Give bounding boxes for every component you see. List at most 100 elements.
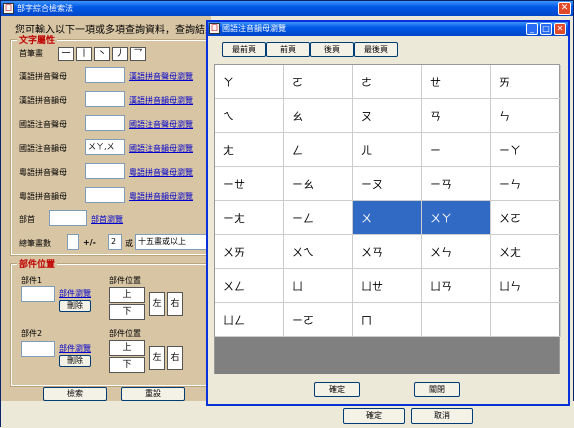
prev-page-button[interactable]: 前頁: [266, 42, 310, 57]
part1-label: 部件1: [21, 276, 43, 285]
final-cell[interactable]: ㄧㄤ: [215, 201, 284, 235]
browse-link[interactable]: 國語注音韻母瀏覽: [129, 143, 193, 154]
part2-browse-link[interactable]: 部件瀏覽: [59, 343, 91, 354]
dialog-title: 國語注音韻母瀏覽: [222, 24, 286, 33]
range-field[interactable]: 2: [108, 234, 122, 250]
part2-field[interactable]: [21, 341, 55, 357]
final-cell[interactable]: ㄨㄚ: [422, 201, 491, 235]
part1-down-button[interactable]: 下: [109, 304, 145, 320]
part1-left-button[interactable]: 左: [149, 292, 165, 316]
final-cell[interactable]: ㄦ: [353, 133, 422, 167]
text-field[interactable]: [85, 91, 125, 107]
close-icon[interactable]: ✕: [554, 23, 566, 35]
text-field[interactable]: [85, 163, 125, 179]
stroke-button[interactable]: 丨: [76, 47, 92, 61]
final-cell[interactable]: ㄞ: [491, 65, 561, 99]
or-label: 或: [125, 239, 133, 248]
final-cell[interactable]: ㄩㄝ: [353, 269, 422, 303]
part2-left-button[interactable]: 左: [149, 346, 165, 370]
part1-up-button[interactable]: 上: [109, 287, 145, 303]
final-cell[interactable]: ㄨ: [353, 201, 422, 235]
search-button[interactable]: 檢索: [43, 387, 107, 401]
parts-group-title: 部件位置: [17, 257, 58, 270]
browse-link[interactable]: 漢語拼音韻母瀏覽: [129, 95, 193, 106]
main-title: 部字綜合檢索法: [17, 4, 73, 13]
final-cell[interactable]: ㄨㄟ: [284, 235, 353, 269]
part1-right-button[interactable]: 右: [167, 292, 183, 316]
part2-up-button[interactable]: 上: [109, 340, 145, 356]
final-cell[interactable]: ㄧㄠ: [284, 167, 353, 201]
first-page-button[interactable]: 最前頁: [222, 42, 266, 57]
radical-browse-link[interactable]: 部首瀏覽: [91, 214, 123, 225]
over15-select[interactable]: 十五畫或以上: [135, 234, 209, 250]
final-cell[interactable]: ㄣ: [491, 99, 561, 133]
stroke-button[interactable]: 丶: [94, 47, 110, 61]
final-cell[interactable]: ㄝ: [422, 65, 491, 99]
final-cell[interactable]: ㄨㄢ: [353, 235, 422, 269]
final-cell[interactable]: ㄨㄥ: [215, 269, 284, 303]
dialog-close-button[interactable]: 關閉: [414, 382, 460, 397]
radical-field[interactable]: [49, 210, 87, 226]
total-strokes-field[interactable]: [67, 234, 79, 250]
text-field[interactable]: [85, 115, 125, 131]
final-cell[interactable]: ㄩㄣ: [491, 269, 561, 303]
main-ok-button[interactable]: 確定: [343, 408, 405, 424]
part2-down-button[interactable]: 下: [109, 357, 145, 373]
stroke-button[interactable]: 一: [58, 47, 74, 61]
part1-browse-link[interactable]: 部件瀏覽: [59, 288, 91, 299]
final-cell[interactable]: ㄧㄥ: [284, 201, 353, 235]
final-cell[interactable]: ㄡ: [353, 99, 422, 133]
browse-link[interactable]: 漢語拼音聲母瀏覽: [129, 71, 193, 82]
final-cell[interactable]: ㄨㄣ: [422, 235, 491, 269]
final-cell[interactable]: ㄧ: [422, 133, 491, 167]
final-cell[interactable]: ㄧㄚ: [491, 133, 561, 167]
close-icon[interactable]: ✕: [558, 2, 571, 15]
stroke-button[interactable]: 丿: [112, 47, 128, 61]
final-cell[interactable]: ㄥ: [284, 133, 353, 167]
final-cell[interactable]: ㄧㄡ: [353, 167, 422, 201]
dialog-titlebar: 囗 國語注音韻母瀏覽 _ □ ✕: [208, 22, 568, 36]
final-cell[interactable]: ㄢ: [422, 99, 491, 133]
final-cell[interactable]: ㄨㄞ: [215, 235, 284, 269]
reset-button[interactable]: 重設: [121, 387, 185, 401]
final-cell[interactable]: ㄧㄛ: [284, 303, 353, 337]
text-field[interactable]: [85, 67, 125, 83]
final-cell[interactable]: ㄧㄝ: [215, 167, 284, 201]
part2-right-button[interactable]: 右: [167, 346, 183, 370]
final-cell[interactable]: ㄇ: [353, 303, 422, 337]
maximize-icon[interactable]: □: [540, 23, 552, 35]
browse-link[interactable]: 粵語拼音聲母瀏覽: [129, 167, 193, 178]
minimize-icon[interactable]: _: [526, 23, 538, 35]
dialog-ok-button[interactable]: 確定: [314, 382, 360, 397]
grid-footer: [215, 337, 559, 374]
final-cell[interactable]: ㄠ: [284, 99, 353, 133]
final-cell[interactable]: ㄨㄛ: [491, 201, 561, 235]
last-page-button[interactable]: 最後頁: [354, 42, 398, 57]
browse-link[interactable]: 粵語拼音韻母瀏覽: [129, 191, 193, 202]
next-page-button[interactable]: 後頁: [310, 42, 354, 57]
text-field[interactable]: [85, 187, 125, 203]
final-cell[interactable]: ㄩ: [284, 269, 353, 303]
final-cell[interactable]: ㄨㄤ: [491, 235, 561, 269]
browse-link[interactable]: 國語注音聲母瀏覽: [129, 119, 193, 130]
field-label: 漢語拼音韻母: [19, 96, 67, 105]
final-cell: [422, 303, 491, 337]
attr-group-title: 文字屬性: [17, 33, 58, 46]
part2-delete-button[interactable]: 刪除: [59, 355, 91, 367]
final-cell[interactable]: ㄛ: [284, 65, 353, 99]
zhuyin-dialog: 囗 國語注音韻母瀏覽 _ □ ✕ 最前頁 前頁 後頁 最後頁 ㄚㄛㄜㄝㄞㄟㄠㄡㄢ…: [206, 20, 570, 406]
final-cell[interactable]: ㄜ: [353, 65, 422, 99]
final-cell[interactable]: ㄟ: [215, 99, 284, 133]
final-cell[interactable]: ㄚ: [215, 65, 284, 99]
part1-field[interactable]: [21, 286, 55, 302]
final-cell[interactable]: ㄧㄢ: [422, 167, 491, 201]
final-cell[interactable]: ㄩㄢ: [422, 269, 491, 303]
text-field[interactable]: ㄨㄚ,ㄨ: [85, 139, 125, 155]
final-cell[interactable]: ㄤ: [215, 133, 284, 167]
main-cancel-button[interactable]: 取消: [411, 408, 473, 424]
final-cell[interactable]: ㄧㄣ: [491, 167, 561, 201]
part1-pos-label: 部件位置: [109, 276, 141, 285]
part1-delete-button[interactable]: 刪除: [59, 300, 91, 312]
final-cell[interactable]: ㄩㄥ: [215, 303, 284, 337]
stroke-button[interactable]: 乛: [130, 47, 146, 61]
